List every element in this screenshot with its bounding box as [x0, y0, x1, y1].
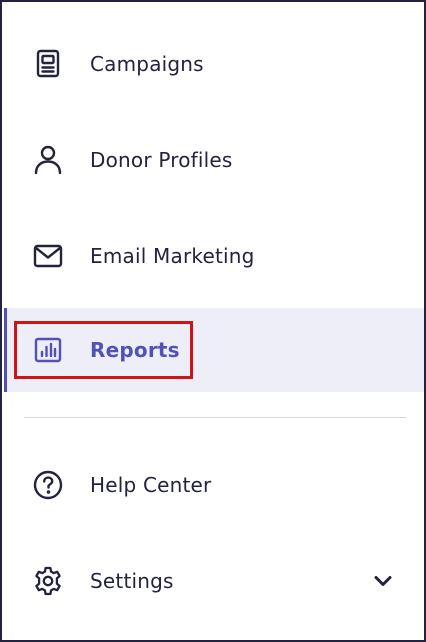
active-indicator — [4, 308, 7, 392]
gear-icon — [30, 563, 66, 599]
campaigns-icon — [30, 46, 66, 82]
question-circle-icon — [30, 467, 66, 503]
sidebar-item-settings[interactable]: Settings — [4, 539, 424, 623]
sidebar-item-label: Settings — [90, 569, 174, 593]
sidebar-item-email-marketing[interactable]: Email Marketing — [4, 214, 424, 298]
person-icon — [30, 142, 66, 178]
sidebar-item-campaigns[interactable]: Campaigns — [4, 22, 424, 106]
envelope-icon — [30, 238, 66, 274]
sidebar-item-label: Help Center — [90, 473, 212, 497]
sidebar-item-label: Reports — [90, 338, 180, 362]
sidebar-nav: Campaigns Donor Profiles Email Marketing — [0, 0, 426, 642]
sidebar-item-donor-profiles[interactable]: Donor Profiles — [4, 118, 424, 202]
sidebar-item-reports[interactable]: Reports — [4, 308, 424, 392]
sidebar-item-help-center[interactable]: Help Center — [4, 443, 424, 527]
sidebar-item-label: Campaigns — [90, 52, 204, 76]
sidebar-item-label: Donor Profiles — [90, 148, 233, 172]
bar-chart-icon — [30, 332, 66, 368]
divider — [24, 417, 406, 418]
chevron-down-icon[interactable] — [370, 568, 396, 594]
sidebar-item-label: Email Marketing — [90, 244, 255, 268]
